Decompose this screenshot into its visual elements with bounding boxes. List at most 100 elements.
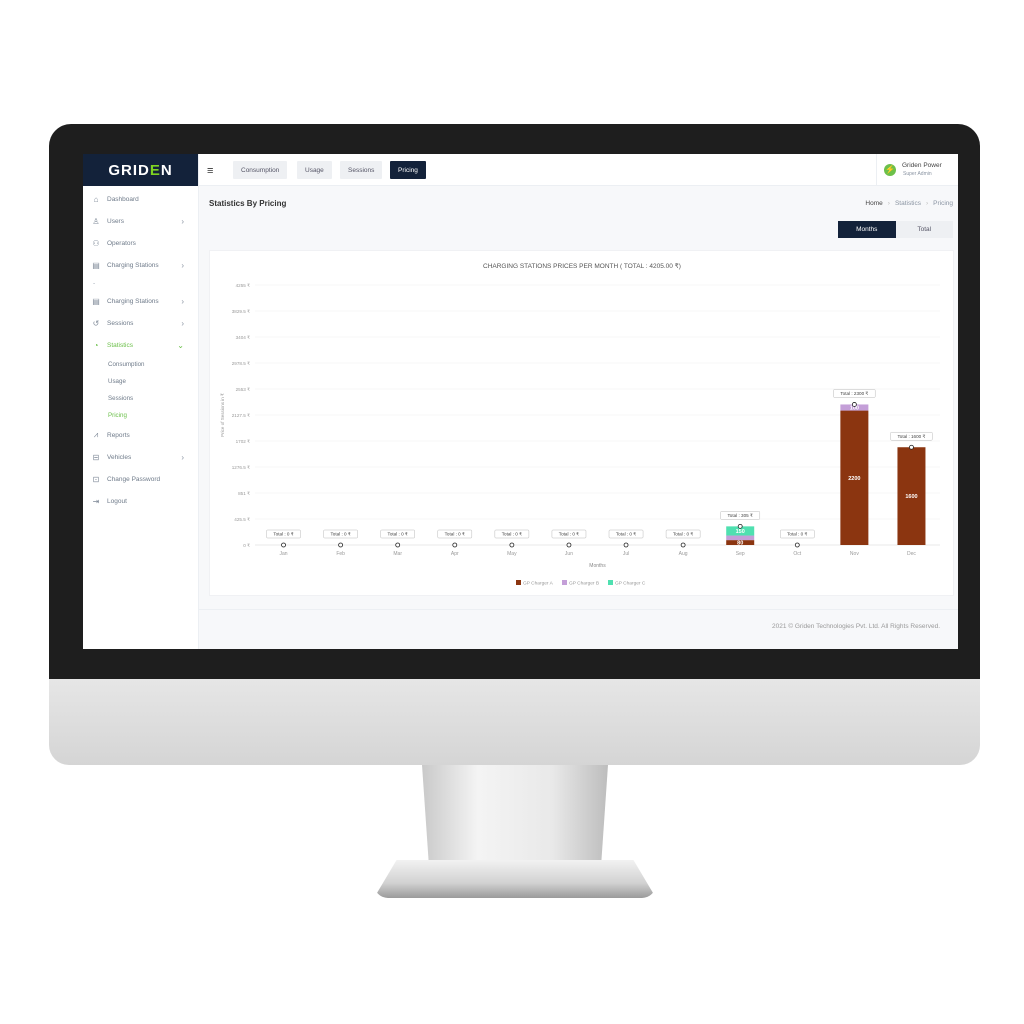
user-name: Griden Power xyxy=(902,162,942,169)
home-icon: ⌂ xyxy=(93,194,99,204)
app-screen: GRID E N ⌂ Dashboard ♙ Users › ⚇ Operators ▤ Ch… xyxy=(83,154,958,649)
chevron-right-icon: › xyxy=(181,260,184,270)
sidebar-subitem-usage[interactable]: Usage xyxy=(83,373,198,390)
sidebar-item-label: Sessions xyxy=(107,319,134,327)
sidebar-item-dashboard[interactable]: ⌂ Dashboard xyxy=(83,188,198,210)
sidebar-item-charging-stations[interactable]: ▤ Charging Stations › xyxy=(83,254,198,276)
sidebar: GRID E N ⌂ Dashboard ♙ Users › ⚇ Operators ▤ Ch… xyxy=(83,154,199,649)
page-title: Statistics By Pricing xyxy=(209,199,287,208)
sidebar-item-label: Statistics xyxy=(107,341,134,349)
total-button[interactable]: Total xyxy=(895,221,953,238)
sidebar-item-logout[interactable]: ⇥ Logout xyxy=(83,490,198,512)
chevron-right-icon: › xyxy=(181,452,184,462)
trend-icon: ⩘ xyxy=(93,430,99,439)
sidebar-item-sessions[interactable]: ↺ Sessions › xyxy=(83,312,198,334)
x-tick-label: Jun xyxy=(565,551,573,557)
sidebar-item-label: Dashboard xyxy=(107,195,139,203)
total-marker xyxy=(566,542,572,548)
top-bar: ≡ Consumption Usage Sessions Pricing ⚡ G… xyxy=(199,154,958,186)
sidebar-item-statistics[interactable]: ◔ Statistics ⌄ xyxy=(83,334,198,356)
users-icon: ⚇ xyxy=(92,238,100,248)
logo-text-left: GRID xyxy=(108,161,150,179)
sidebar-item-label: Logout xyxy=(107,497,127,505)
history-icon: ↺ xyxy=(92,318,100,328)
breadcrumb-separator: › xyxy=(887,200,890,207)
legend-label: GP Charger B xyxy=(569,581,599,587)
total-marker xyxy=(338,542,344,548)
footer: 2021 © Griden Technologies Pvt. Ltd. All… xyxy=(199,609,958,649)
hamburger-menu-icon[interactable]: ≡ xyxy=(207,165,213,177)
sidebar-item-vehicles[interactable]: ⊟ Vehicles › xyxy=(83,446,198,468)
sidebar-nav: ⌂ Dashboard ♙ Users › ⚇ Operators ▤ Charging … xyxy=(83,188,198,512)
tab-usage[interactable]: Usage xyxy=(297,161,332,179)
y-tick-label: 0 ₹ xyxy=(243,543,250,548)
breadcrumb-statistics[interactable]: Statistics xyxy=(895,200,921,207)
sidebar-item-users[interactable]: ♙ Users › xyxy=(83,210,198,232)
chevron-right-icon: › xyxy=(181,296,184,306)
breadcrumb-separator: › xyxy=(925,200,929,207)
lock-icon: ⊡ xyxy=(92,474,100,484)
y-tick-label: 2978.5 ₹ xyxy=(232,361,250,366)
x-tick-label: Aug xyxy=(679,551,688,557)
sidebar-item-reports[interactable]: ⩘ Reports xyxy=(83,424,198,446)
y-tick-label: 2553 ₹ xyxy=(236,387,250,392)
user-role: Super Admin xyxy=(903,171,932,177)
sidebar-divider: - xyxy=(93,279,96,287)
breadcrumb-pricing: Pricing xyxy=(933,200,953,207)
sidebar-item-label: Operators xyxy=(107,239,136,247)
chevron-right-icon: › xyxy=(181,318,184,328)
bar-segment xyxy=(726,535,755,541)
x-tick-label: Feb xyxy=(336,551,345,557)
car-icon: ⊟ xyxy=(92,452,100,462)
griden-logo[interactable]: GRID E N xyxy=(83,154,198,186)
y-tick-label: 2127.5 ₹ xyxy=(232,413,250,418)
sidebar-subitem-sessions[interactable]: Sessions xyxy=(83,390,198,407)
total-marker xyxy=(680,542,686,548)
sidebar-item-label: Vehicles xyxy=(107,453,132,461)
total-tooltip-label: Total : 0 ₹ xyxy=(388,532,408,537)
total-tooltip-label: Total : 0 ₹ xyxy=(273,532,293,537)
total-marker xyxy=(851,402,857,407)
bar-value-label: 1600 xyxy=(905,494,917,500)
total-tooltip-label: Total : 0 ₹ xyxy=(502,532,522,537)
x-tick-label: Oct xyxy=(793,551,801,557)
total-marker xyxy=(452,542,458,548)
sidebar-item-operators[interactable]: ⚇ Operators xyxy=(83,232,198,254)
x-tick-label: Sep xyxy=(736,551,745,557)
legend-swatch xyxy=(608,580,613,585)
x-tick-label: Dec xyxy=(907,551,916,557)
period-toggle: Months Total xyxy=(838,221,953,238)
bolt-avatar-icon: ⚡ xyxy=(884,164,896,176)
sidebar-subitem-pricing[interactable]: Pricing xyxy=(83,407,198,424)
total-tooltip-label: Total : 0 ₹ xyxy=(616,532,636,537)
total-tooltip-label: Total : 2300 ₹ xyxy=(840,391,868,396)
sidebar-item-charging-stations-2[interactable]: ▤ Charging Stations › xyxy=(83,290,198,312)
y-tick-label: 851 ₹ xyxy=(238,491,250,496)
months-button[interactable]: Months xyxy=(838,221,896,238)
x-tick-label: Nov xyxy=(850,551,859,557)
monitor-chin xyxy=(49,679,980,765)
logo-text-accent: E xyxy=(149,161,161,179)
x-axis-label: Months xyxy=(589,563,606,569)
tab-sessions[interactable]: Sessions xyxy=(340,161,383,179)
sidebar-item-label: Change Password xyxy=(107,475,161,483)
monitor-stand-base xyxy=(374,860,656,898)
chevron-down-icon: ⌄ xyxy=(177,340,184,350)
total-tooltip-label: Total : 0 ₹ xyxy=(330,532,350,537)
total-tooltip-label: Total : 0 ₹ xyxy=(445,532,465,537)
sidebar-subitem-consumption[interactable]: Consumption xyxy=(83,356,198,373)
station-icon: ▤ xyxy=(92,260,100,270)
sidebar-item-change-password[interactable]: ⊡ Change Password xyxy=(83,468,198,490)
user-profile[interactable]: ⚡ Griden Power Super Admin xyxy=(876,154,958,186)
copyright-text: 2021 © Griden Technologies Pvt. Ltd. All… xyxy=(772,623,940,630)
breadcrumb: Home › Statistics › Pricing xyxy=(865,200,953,207)
x-tick-label: Jul xyxy=(623,551,629,557)
tab-pricing[interactable]: Pricing xyxy=(390,161,426,179)
total-tooltip-label: Total : 1600 ₹ xyxy=(897,434,925,439)
tab-consumption[interactable]: Consumption xyxy=(233,161,288,179)
logout-icon: ⇥ xyxy=(92,496,100,506)
x-tick-label: Apr xyxy=(451,551,459,557)
y-tick-label: 1276.5 ₹ xyxy=(232,465,250,470)
total-marker xyxy=(909,444,914,450)
breadcrumb-home[interactable]: Home xyxy=(865,200,882,207)
